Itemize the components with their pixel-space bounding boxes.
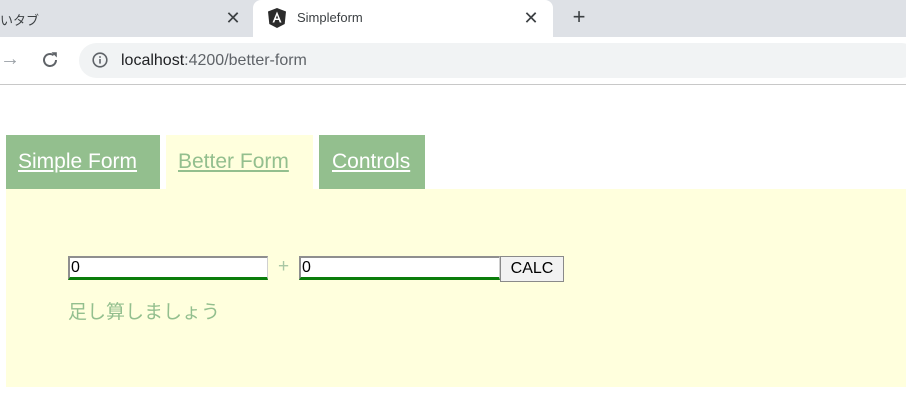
result-message: 足し算しましょう	[68, 302, 221, 323]
url-host: localhost	[121, 52, 185, 69]
active-tab-title: Simpleform	[297, 10, 363, 25]
reload-icon[interactable]	[39, 49, 61, 71]
angular-logo-icon	[268, 8, 286, 28]
browser-tab-inactive[interactable]: いタブ ✕	[0, 0, 252, 37]
forward-arrow-icon[interactable]: →	[0, 49, 20, 69]
browser-tab-strip: いタブ ✕ Simpleform ✕ +	[0, 0, 906, 38]
inactive-tab-title: いタブ	[0, 13, 40, 28]
nav-tab-simple-form[interactable]: Simple Form	[6, 135, 160, 189]
new-tab-icon[interactable]: +	[568, 6, 590, 28]
form-panel	[6, 189, 906, 387]
browser-tab-active[interactable]: Simpleform ✕	[253, 0, 553, 38]
nav-tab-controls[interactable]: Controls	[319, 135, 425, 189]
url-path: :4200/better-form	[184, 52, 307, 69]
browser-toolbar: → localhost:4200/better-form	[0, 38, 906, 85]
plus-sign: +	[278, 256, 290, 277]
calc-button[interactable]: CALC	[500, 256, 564, 282]
close-icon[interactable]: ✕	[523, 9, 539, 27]
close-icon[interactable]: ✕	[225, 9, 241, 27]
url-text: localhost:4200/better-form	[121, 52, 307, 70]
address-bar[interactable]: localhost:4200/better-form	[79, 43, 906, 78]
nav-tab-better-form[interactable]: Better Form	[166, 135, 313, 189]
info-icon[interactable]	[92, 52, 108, 68]
second-number-input[interactable]	[299, 256, 500, 280]
first-number-input[interactable]	[68, 256, 268, 280]
